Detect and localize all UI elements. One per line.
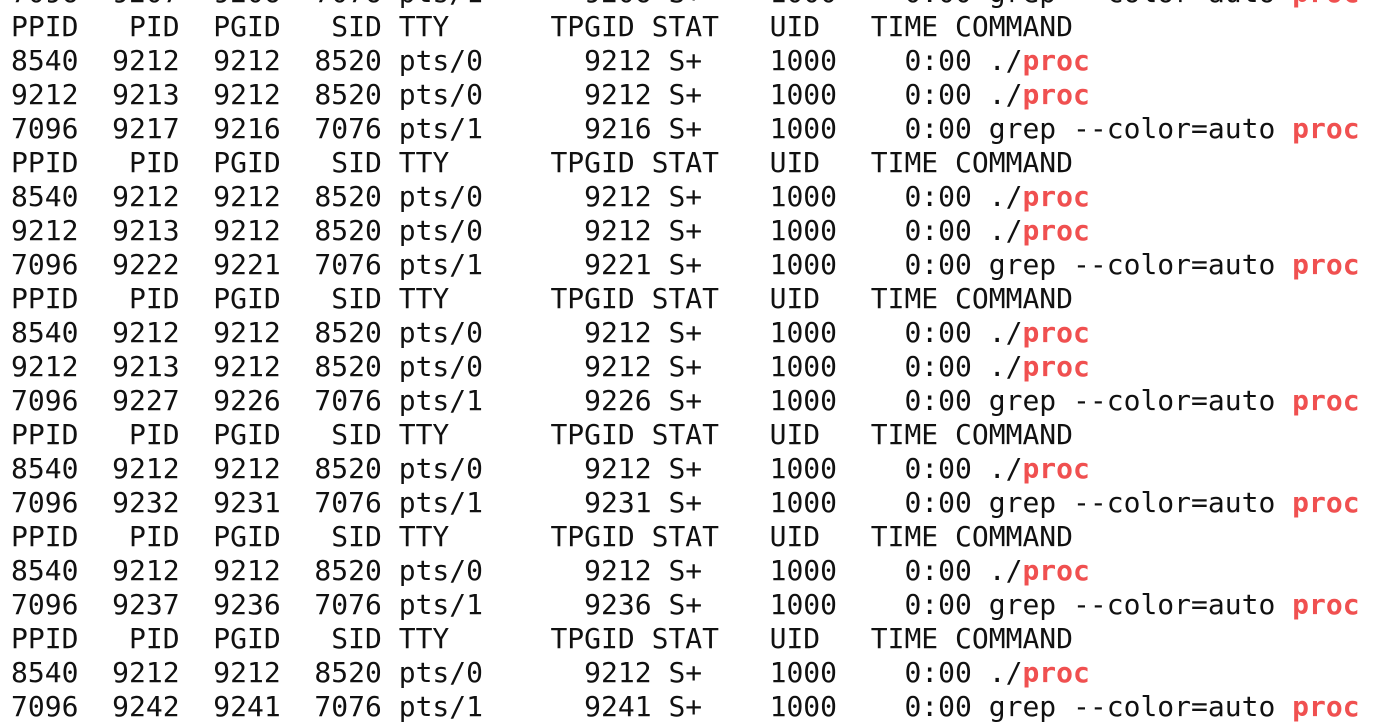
process-text: 8540 9212 9212 8520 pts/0 9212 S+ 1000 0… — [11, 452, 1023, 485]
grep-match-highlight: proc — [1022, 554, 1090, 587]
grep-match-highlight: proc — [1292, 690, 1360, 723]
grep-match-highlight: proc — [1292, 384, 1360, 417]
process-line: 8540 9212 9212 8520 pts/0 9212 S+ 1000 0… — [11, 554, 1396, 588]
process-text: 8540 9212 9212 8520 pts/0 9212 S+ 1000 0… — [11, 554, 1023, 587]
grep-match-highlight: proc — [1022, 214, 1090, 247]
grep-match-highlight: proc — [1292, 248, 1360, 281]
header-text: PPID PID PGID SID TTY TPGID STAT UID TIM… — [11, 622, 1074, 655]
process-line: 9212 9213 9212 8520 pts/0 9212 S+ 1000 0… — [11, 214, 1396, 248]
process-text: 8540 9212 9212 8520 pts/0 9212 S+ 1000 0… — [11, 180, 1023, 213]
process-text: 7096 9232 9231 7076 pts/1 9231 S+ 1000 0… — [11, 486, 1293, 519]
process-text: 9212 9213 9212 8520 pts/0 9212 S+ 1000 0… — [11, 214, 1023, 247]
grep-match-highlight: proc — [1022, 180, 1090, 213]
ps-header-line: PPID PID PGID SID TTY TPGID STAT UID TIM… — [11, 418, 1396, 452]
process-text: 7096 9227 9226 7076 pts/1 9226 S+ 1000 0… — [11, 384, 1293, 417]
header-text: PPID PID PGID SID TTY TPGID STAT UID TIM… — [11, 520, 1074, 553]
process-text: 7096 9222 9221 7076 pts/1 9221 S+ 1000 0… — [11, 248, 1293, 281]
ps-header-line: PPID PID PGID SID TTY TPGID STAT UID TIM… — [11, 622, 1396, 656]
process-text: 7096 9217 9216 7076 pts/1 9216 S+ 1000 0… — [11, 112, 1293, 145]
grep-match-highlight: proc — [1022, 78, 1090, 111]
grep-match-highlight: proc — [1022, 44, 1090, 77]
process-text: 7096 9242 9241 7076 pts/1 9241 S+ 1000 0… — [11, 690, 1293, 723]
grep-match-highlight: proc — [1292, 588, 1360, 621]
process-line: 7096 9237 9236 7076 pts/1 9236 S+ 1000 0… — [11, 588, 1396, 622]
grep-match-highlight: proc — [1022, 316, 1090, 349]
ps-header-line: PPID PID PGID SID TTY TPGID STAT UID TIM… — [11, 282, 1396, 316]
process-text: 7096 9237 9236 7076 pts/1 9236 S+ 1000 0… — [11, 588, 1293, 621]
process-line: 9212 9213 9212 8520 pts/0 9212 S+ 1000 0… — [11, 350, 1396, 384]
process-text: 7096 9207 9206 7076 pts/1 9206 S+ 1000 0… — [11, 0, 1292, 9]
header-text: PPID PID PGID SID TTY TPGID STAT UID TIM… — [11, 10, 1074, 43]
grep-match-highlight: proc — [1292, 0, 1359, 9]
header-text: PPID PID PGID SID TTY TPGID STAT UID TIM… — [11, 146, 1074, 179]
process-line: 7096 9242 9241 7076 pts/1 9241 S+ 1000 0… — [11, 690, 1396, 724]
process-line: 7096 9217 9216 7076 pts/1 9216 S+ 1000 0… — [11, 112, 1396, 146]
header-text: PPID PID PGID SID TTY TPGID STAT UID TIM… — [11, 282, 1074, 315]
process-line: 7096 9207 9206 7076 pts/1 9206 S+ 1000 0… — [11, 0, 1396, 10]
process-line: 8540 9212 9212 8520 pts/0 9212 S+ 1000 0… — [11, 316, 1396, 350]
ps-header-line: PPID PID PGID SID TTY TPGID STAT UID TIM… — [11, 10, 1396, 44]
process-text: 8540 9212 9212 8520 pts/0 9212 S+ 1000 0… — [11, 316, 1023, 349]
process-line: 7096 9222 9221 7076 pts/1 9221 S+ 1000 0… — [11, 248, 1396, 282]
process-text: 9212 9213 9212 8520 pts/0 9212 S+ 1000 0… — [11, 350, 1023, 383]
process-text: 8540 9212 9212 8520 pts/0 9212 S+ 1000 0… — [11, 656, 1023, 689]
process-line: 8540 9212 9212 8520 pts/0 9212 S+ 1000 0… — [11, 180, 1396, 214]
terminal-output[interactable]: 7096 9207 9206 7076 pts/1 9206 S+ 1000 0… — [11, 0, 1396, 724]
process-line: 8540 9212 9212 8520 pts/0 9212 S+ 1000 0… — [11, 452, 1396, 486]
grep-match-highlight: proc — [1022, 656, 1090, 689]
process-line: 8540 9212 9212 8520 pts/0 9212 S+ 1000 0… — [11, 44, 1396, 78]
ps-header-line: PPID PID PGID SID TTY TPGID STAT UID TIM… — [11, 520, 1396, 554]
process-line: 8540 9212 9212 8520 pts/0 9212 S+ 1000 0… — [11, 656, 1396, 690]
grep-match-highlight: proc — [1022, 452, 1090, 485]
process-line: 7096 9232 9231 7076 pts/1 9231 S+ 1000 0… — [11, 486, 1396, 520]
grep-match-highlight: proc — [1292, 486, 1360, 519]
header-text: PPID PID PGID SID TTY TPGID STAT UID TIM… — [11, 418, 1074, 451]
process-text: 9212 9213 9212 8520 pts/0 9212 S+ 1000 0… — [11, 78, 1023, 111]
process-line: 7096 9227 9226 7076 pts/1 9226 S+ 1000 0… — [11, 384, 1396, 418]
ps-header-line: PPID PID PGID SID TTY TPGID STAT UID TIM… — [11, 146, 1396, 180]
grep-match-highlight: proc — [1292, 112, 1360, 145]
grep-match-highlight: proc — [1022, 350, 1090, 383]
process-text: 8540 9212 9212 8520 pts/0 9212 S+ 1000 0… — [11, 44, 1023, 77]
process-line: 9212 9213 9212 8520 pts/0 9212 S+ 1000 0… — [11, 78, 1396, 112]
